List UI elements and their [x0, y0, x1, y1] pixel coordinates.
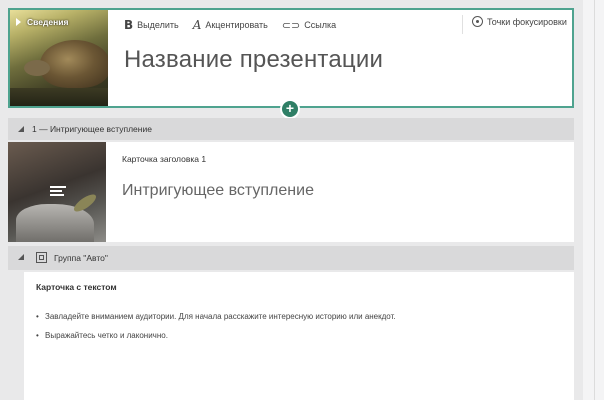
- text-card[interactable]: Карточка с текстом Завладейте вниманием …: [24, 272, 574, 400]
- toolbar-divider: [462, 15, 463, 34]
- heading-card-title[interactable]: Интригующее вступление: [122, 182, 314, 200]
- emphasize-label: Выделить: [137, 20, 179, 30]
- text-card-label: Карточка с текстом: [36, 282, 117, 292]
- group-icon: [36, 252, 47, 263]
- collapse-arrow-icon[interactable]: [18, 126, 24, 132]
- section-2-label: Группа "Авто": [54, 253, 108, 263]
- details-label: Сведения: [27, 17, 69, 27]
- focus-points-label: Точки фокусировки: [487, 16, 567, 27]
- accent-button[interactable]: A Акцентировать: [193, 18, 268, 32]
- heading-card[interactable]: Карточка заголовка 1 Интригующее вступле…: [8, 142, 574, 242]
- bullet-list[interactable]: Завладейте вниманием аудитории. Для нача…: [36, 312, 396, 350]
- bold-icon: B: [124, 18, 134, 32]
- link-icon: ⊂⊃: [281, 19, 301, 32]
- details-toggle[interactable]: Сведения: [16, 17, 68, 27]
- section-header-1[interactable]: 1 — Интригующее вступление: [8, 118, 574, 140]
- collapse-arrow-icon[interactable]: [18, 254, 24, 260]
- scrollbar-divider: [594, 0, 595, 400]
- heading-card-image[interactable]: [8, 142, 106, 242]
- title-card[interactable]: Сведения B Выделить A Акцентировать ⊂⊃ С…: [8, 8, 574, 108]
- link-button[interactable]: ⊂⊃ Ссылка: [282, 19, 336, 32]
- section-1-label: 1 — Интригующее вступление: [32, 124, 152, 134]
- focus-points-icon: [472, 16, 483, 27]
- italic-icon: A: [192, 18, 202, 32]
- text-card-icon: [50, 186, 66, 198]
- formatting-toolbar: B Выделить A Акцентировать ⊂⊃ Ссылка: [124, 16, 350, 34]
- emphasize-button[interactable]: B Выделить: [124, 18, 179, 32]
- tortoise-shell: [40, 40, 108, 88]
- bullet-item[interactable]: Выражайтесь четко и лаконично.: [36, 331, 396, 340]
- add-card-button[interactable]: +: [282, 101, 298, 117]
- heading-card-label: Карточка заголовка 1: [122, 154, 207, 164]
- bullet-item[interactable]: Завладейте вниманием аудитории. Для нача…: [36, 312, 396, 321]
- tortoise-head: [24, 60, 50, 76]
- image-ground: [10, 88, 108, 106]
- focus-points-button[interactable]: Точки фокусировки: [472, 16, 567, 27]
- section-header-auto-group[interactable]: Группа "Авто": [8, 246, 574, 270]
- accent-label: Акцентировать: [205, 20, 268, 30]
- link-label: Ссылка: [304, 20, 337, 30]
- expand-arrow-icon: [16, 18, 21, 26]
- presentation-title[interactable]: Название презентации: [124, 46, 383, 74]
